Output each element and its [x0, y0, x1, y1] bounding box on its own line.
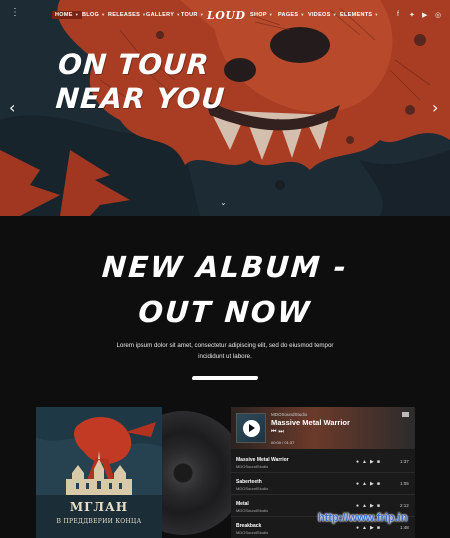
nav-shop[interactable]: SHOP ▼: [250, 12, 273, 18]
download-icon[interactable]: ▲: [362, 459, 370, 465]
play-icon[interactable]: ▶: [370, 459, 377, 465]
album-cover-title: МГЛАН: [69, 500, 129, 514]
player-studio: MDOSoundStudio: [271, 412, 308, 417]
track-actions: ●▲▶■: [356, 459, 383, 465]
nav-gallery-label: GALLERY: [146, 12, 175, 18]
nav-tour-label: TOUR: [181, 12, 198, 18]
nav-videos[interactable]: VIDEOS ▼: [308, 12, 337, 18]
track-name: Metal: [236, 501, 249, 507]
download-icon[interactable]: ▲: [362, 503, 370, 509]
scroll-down-icon[interactable]: ⌄: [220, 198, 227, 207]
chevron-down-icon: ▼: [332, 12, 337, 17]
watermark: http://www.frip.in: [318, 512, 408, 524]
player-track-title: Massive Metal Warrior: [271, 418, 350, 427]
album-description-line-2: incididunt ut labore.: [198, 353, 252, 360]
download-icon[interactable]: ▲: [362, 481, 370, 487]
track-duration: 1:37: [400, 459, 409, 464]
chevron-down-icon: ▼: [300, 12, 305, 17]
cart-icon[interactable]: ■: [377, 459, 383, 465]
track-duration: 2:12: [400, 503, 409, 508]
playlist-menu-icon[interactable]: [402, 412, 409, 417]
track-name: Saberteeth: [236, 479, 262, 485]
track-duration: 1:48: [400, 525, 409, 530]
chevron-down-icon: ▼: [374, 12, 379, 17]
play-icon[interactable]: ▶: [370, 525, 377, 531]
nav-elements-label: ELEMENTS: [340, 12, 373, 18]
youtube-icon[interactable]: ▶: [422, 11, 427, 19]
player-controls: ⏮⏭: [271, 429, 286, 436]
track-row[interactable]: Massive Metal Warrior MDOSoundStudio ●▲▶…: [231, 453, 415, 473]
nav-blog-label: BLOG: [82, 12, 100, 18]
nav-blog[interactable]: BLOG ▼: [82, 12, 105, 18]
hero-title-line-2: NEAR YOU: [54, 82, 227, 115]
album-cover[interactable]: МГЛАН В ПРЕДДВЕРИИ КОНЦА: [36, 407, 162, 538]
album-heading-line-2: OUT NOW: [137, 295, 313, 329]
nav-home-label: HOME: [55, 12, 73, 18]
hero-slider: ⋮ HOME ▼ BLOG ▼ RELEASES ▼ GALLERY ▼ TOUR ▼ L…: [0, 0, 450, 216]
track-duration: 1:05: [400, 481, 409, 486]
download-icon[interactable]: ▲: [362, 525, 370, 531]
nav-releases-label: RELEASES: [108, 12, 141, 18]
album-description-line-1: Lorem ipsum dolor sit amet, consectetur …: [116, 342, 334, 349]
track-name: Massive Metal Warrior: [236, 457, 289, 463]
cart-icon[interactable]: ■: [377, 525, 383, 531]
nav-gallery[interactable]: GALLERY ▼: [146, 12, 180, 18]
album-cover-block: МГЛАН В ПРЕДДВЕРИИ КОНЦА: [36, 407, 245, 538]
play-icon[interactable]: [243, 420, 260, 437]
track-artist: MDOSoundStudio: [236, 486, 269, 491]
player-header: MDOSoundStudio Massive Metal Warrior ⏮⏭ …: [231, 407, 415, 449]
nav-elements[interactable]: ELEMENTS ▼: [340, 12, 379, 18]
chevron-down-icon: ▼: [176, 12, 181, 17]
site-logo[interactable]: LOUD: [207, 9, 245, 22]
track-name: Breakback: [236, 523, 262, 529]
track-artist: MDOSoundStudio: [236, 530, 269, 535]
nav-releases[interactable]: RELEASES ▼: [108, 12, 146, 18]
twitter-icon[interactable]: ✦: [409, 11, 415, 19]
chevron-down-icon: ▼: [268, 12, 274, 17]
hero-title: ON TOUR NEAR YOU: [55, 48, 229, 116]
track-row[interactable]: Saberteeth MDOSoundStudio ●▲▶■ 1:05: [231, 475, 415, 495]
chevron-down-icon: ▼: [101, 12, 106, 17]
play-icon[interactable]: ▶: [370, 503, 377, 509]
play-icon[interactable]: ▶: [370, 481, 377, 487]
album-cover-subtitle: В ПРЕДДВЕРИИ КОНЦА: [56, 518, 142, 525]
top-navigation: ⋮ HOME ▼ BLOG ▼ RELEASES ▼ GALLERY ▼ TOUR ▼ L…: [0, 8, 450, 26]
next-icon[interactable]: ⏭: [278, 429, 285, 435]
player-time: 00:00 / 01:37: [271, 440, 295, 445]
facebook-icon[interactable]: f: [397, 11, 399, 18]
track-actions: ●▲▶■: [356, 481, 383, 487]
section-divider: [191, 376, 259, 380]
nav-pages-label: PAGES: [278, 12, 299, 18]
player-thumbnail: [236, 413, 266, 443]
track-actions: ●▲▶■: [356, 525, 383, 531]
track-actions: ●▲▶■: [356, 503, 383, 509]
album-description: Lorem ipsum dolor sit amet, consectetur …: [90, 340, 360, 362]
nav-shop-label: SHOP: [250, 12, 267, 18]
track-artist: MDOSoundStudio: [236, 508, 269, 513]
nav-tour[interactable]: TOUR ▼: [181, 12, 204, 18]
nav-home[interactable]: HOME ▼: [52, 11, 82, 19]
next-slide-arrow-icon[interactable]: ›: [432, 98, 438, 117]
instagram-icon[interactable]: ◎: [435, 11, 441, 19]
prev-slide-arrow-icon[interactable]: ‹: [9, 98, 15, 117]
cart-icon[interactable]: ■: [377, 481, 383, 487]
chevron-down-icon: ▼: [199, 12, 204, 17]
hero-title-line-1: ON TOUR: [57, 48, 211, 81]
nav-pages[interactable]: PAGES ▼: [278, 12, 305, 18]
album-heading-line-1: NEW ALBUM -: [100, 250, 350, 284]
nav-videos-label: VIDEOS: [308, 12, 331, 18]
cart-icon[interactable]: ■: [377, 503, 383, 509]
menu-dots-icon[interactable]: ⋮: [10, 8, 20, 21]
chevron-down-icon: ▼: [74, 12, 79, 17]
track-artist: MDOSoundStudio: [236, 464, 269, 469]
